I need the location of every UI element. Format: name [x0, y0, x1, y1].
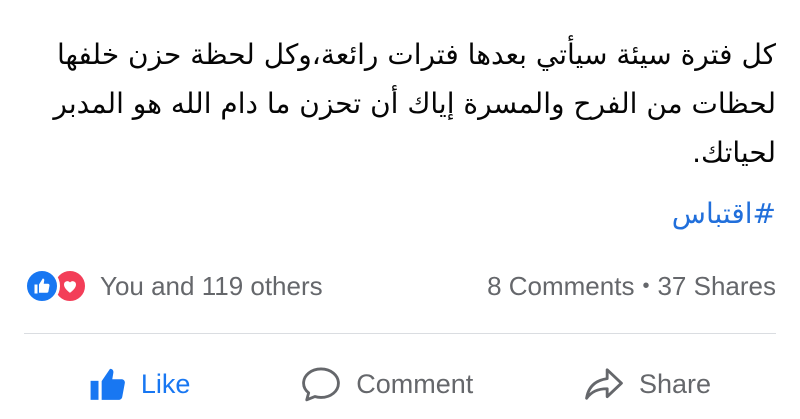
- post-text: كل فترة سيئة سيأتي بعدها فترات رائعة،وكل…: [53, 38, 776, 169]
- reaction-icons: [24, 268, 88, 304]
- comment-button[interactable]: Comment: [300, 356, 473, 412]
- post-stats: 8 Comments • 37 Shares: [487, 271, 776, 302]
- like-button-label: Like: [140, 368, 191, 399]
- reactions-summary-text: You and 119 others: [100, 270, 323, 301]
- comment-button-label: Comment: [356, 368, 474, 399]
- reactions-row: You and 119 others 8 Comments • 37 Share…: [24, 264, 776, 308]
- action-bar: Like Comment Share: [0, 352, 800, 416]
- hashtag-link[interactable]: #اقتباس: [672, 194, 776, 234]
- thumbs-up-icon: [89, 365, 127, 403]
- actions-divider: [24, 333, 776, 334]
- like-reaction-icon: [24, 268, 60, 304]
- comments-count[interactable]: 8 Comments: [487, 271, 634, 302]
- share-icon: [583, 365, 625, 403]
- reactions-summary[interactable]: You and 119 others: [24, 268, 323, 304]
- comment-icon: [300, 365, 342, 403]
- like-button[interactable]: Like: [89, 356, 191, 412]
- shares-count[interactable]: 37 Shares: [657, 271, 776, 302]
- share-button-label: Share: [639, 368, 712, 399]
- share-button[interactable]: Share: [583, 356, 711, 412]
- stats-separator: •: [642, 274, 650, 297]
